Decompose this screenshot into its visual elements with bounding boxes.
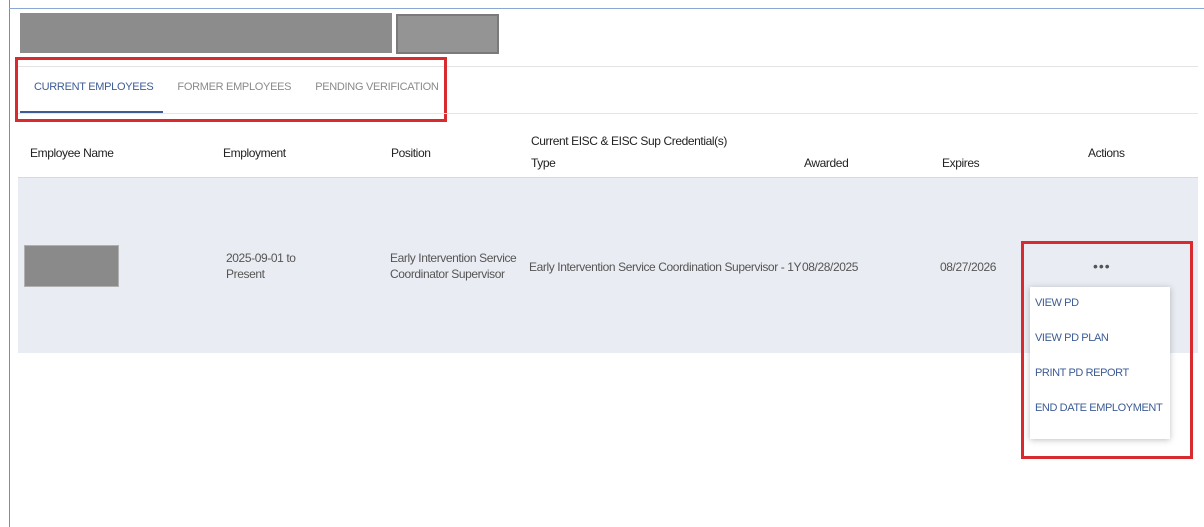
cell-expires: 08/27/2026 [940, 260, 997, 274]
actions-highlight-box [1021, 241, 1193, 459]
header-type: Type [531, 156, 556, 170]
header-expires: Expires [942, 156, 980, 170]
redacted-header-button [396, 14, 499, 54]
tabs-divider [18, 113, 1198, 114]
table-header: Employee Name Employment Position Curren… [18, 130, 1198, 176]
window-top-border [9, 8, 1204, 9]
header-position: Position [391, 146, 431, 160]
redacted-page-title [20, 13, 392, 53]
header-awarded: Awarded [804, 156, 849, 170]
header-credential-group: Current EISC & EISC Sup Credential(s) [531, 134, 727, 148]
redacted-employee-name [24, 245, 119, 287]
header-employment: Employment [223, 146, 286, 160]
cell-credential-type: Early Intervention Service Coordination … [529, 260, 802, 274]
cell-employment: 2025-09-01 to Present [226, 251, 296, 281]
header-employee-name: Employee Name [30, 146, 114, 160]
header-actions: Actions [1088, 146, 1125, 160]
cell-awarded: 08/28/2025 [802, 260, 859, 274]
window-left-border [9, 0, 10, 527]
cell-position: Early Intervention Service Coordinator S… [390, 251, 517, 281]
